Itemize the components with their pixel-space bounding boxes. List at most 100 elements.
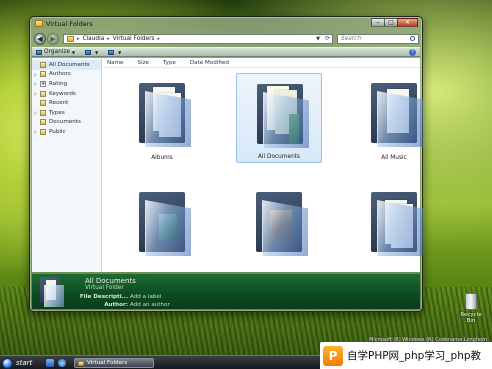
folder-front bbox=[377, 200, 423, 256]
folder-icon bbox=[40, 128, 46, 135]
recycle-bin-label: Recycle Bin bbox=[460, 312, 482, 324]
views-button[interactable]: ▼ bbox=[85, 49, 99, 55]
column-header-date-modified[interactable]: Date Modified bbox=[190, 60, 229, 66]
chevron-down-icon: ▼ bbox=[118, 49, 122, 55]
nav-item-keywords[interactable]: ▷ Keywords bbox=[32, 89, 101, 99]
folder-front bbox=[262, 200, 308, 256]
start-label: start bbox=[16, 359, 33, 367]
search-input[interactable]: Search bbox=[337, 34, 419, 44]
nav-item-label: Recent bbox=[49, 100, 69, 107]
organize-icon bbox=[36, 49, 42, 55]
details-pane: All Documents Virtual Folder File Descri… bbox=[32, 273, 420, 309]
folder-icon bbox=[78, 360, 84, 366]
folder-thumbnail-icon bbox=[40, 277, 64, 307]
organize-button[interactable]: Organize ▼ bbox=[36, 49, 75, 55]
column-headers: Name Size Type Date Modified bbox=[103, 58, 420, 68]
recycle-bin-icon bbox=[465, 293, 477, 310]
command-bar: Organize ▼ ▼ ▼ ? bbox=[32, 47, 420, 57]
tile-label: Albums bbox=[151, 155, 173, 161]
folder-tile[interactable] bbox=[119, 182, 205, 272]
nav-item-label: Types bbox=[49, 109, 65, 116]
search-icon[interactable] bbox=[410, 36, 415, 41]
taskbar-button-label: Virtual Folders bbox=[87, 360, 128, 366]
nav-item-label: All Documents bbox=[49, 61, 90, 68]
folder-front bbox=[263, 92, 309, 148]
expand-icon[interactable]: ▷ bbox=[34, 91, 37, 96]
expand-icon[interactable]: ▷ bbox=[34, 110, 37, 115]
star-icon: ★ bbox=[40, 80, 46, 87]
nav-item-recent[interactable]: Recent bbox=[32, 98, 101, 108]
column-header-size[interactable]: Size bbox=[138, 60, 149, 66]
nav-item-label: Public bbox=[49, 128, 66, 135]
chevron-down-icon: ▼ bbox=[95, 49, 99, 55]
file-pane: Name Size Type Date Modified Albums All … bbox=[103, 58, 423, 272]
column-header-type[interactable]: Type bbox=[163, 60, 176, 66]
folder-icon bbox=[40, 71, 46, 78]
folder-icon bbox=[67, 36, 74, 42]
window-title: Virtual Folders bbox=[46, 20, 93, 28]
close-button[interactable]: ✕ bbox=[397, 18, 418, 27]
site-watermark-banner: P 自学PHP网_php学习_php教 bbox=[320, 342, 492, 369]
details-subtitle: Virtual Folder bbox=[85, 285, 124, 291]
folder-front bbox=[145, 91, 191, 147]
breadcrumb-separator[interactable]: ▸ bbox=[157, 36, 160, 42]
nav-item-public[interactable]: ▷ Public bbox=[32, 127, 101, 137]
folder-front bbox=[145, 200, 191, 256]
expand-icon[interactable]: ▷ bbox=[34, 81, 37, 86]
folder-icon bbox=[40, 119, 46, 126]
tile-label: All Documents bbox=[257, 154, 301, 160]
nav-item-rating[interactable]: ▷ ★ Rating bbox=[32, 79, 101, 89]
maximize-button[interactable]: □ bbox=[384, 18, 398, 27]
views-icon bbox=[85, 49, 92, 55]
recycle-bin[interactable]: Recycle Bin bbox=[456, 293, 486, 324]
back-button[interactable]: ◀ bbox=[34, 33, 46, 45]
folder-icon bbox=[40, 109, 46, 116]
start-button[interactable]: start bbox=[2, 357, 32, 369]
address-dropdown-icon[interactable]: ▼ bbox=[316, 36, 320, 42]
column-header-name[interactable]: Name bbox=[107, 60, 124, 66]
forward-button[interactable]: ▶ bbox=[47, 33, 59, 45]
folder-tile-all-music[interactable]: All Music bbox=[351, 73, 437, 163]
taskbar-button-virtual-folders[interactable]: Virtual Folders bbox=[74, 358, 154, 368]
nav-item-label: Authors bbox=[49, 71, 71, 78]
search-placeholder: Search bbox=[341, 36, 362, 42]
show-desktop-icon[interactable] bbox=[46, 359, 54, 367]
help-icon[interactable]: ? bbox=[409, 49, 416, 56]
address-bar[interactable]: ▸ Claudia ▸ Virtual Folders ▸ ▼ ⟳ bbox=[63, 34, 333, 44]
breadcrumb-separator: ▸ bbox=[77, 36, 80, 42]
organize-label: Organize bbox=[44, 49, 70, 55]
nav-item-all-documents[interactable]: All Documents bbox=[32, 60, 101, 70]
folder-tile[interactable] bbox=[236, 182, 322, 272]
folder-icon bbox=[40, 90, 46, 97]
folder-icon bbox=[35, 20, 43, 27]
breadcrumb-virtual-folders[interactable]: Virtual Folders bbox=[113, 36, 155, 42]
folder-tile-albums[interactable]: Albums bbox=[119, 73, 205, 163]
folder-front bbox=[377, 91, 423, 147]
internet-explorer-icon[interactable] bbox=[58, 359, 66, 367]
breadcrumb-separator[interactable]: ▸ bbox=[107, 36, 110, 42]
tile-label: All Music bbox=[381, 155, 407, 161]
folder-tile-all-documents[interactable]: All Documents bbox=[236, 73, 322, 163]
expand-icon[interactable]: ▷ bbox=[34, 72, 37, 77]
caption-buttons: – □ ✕ bbox=[371, 18, 418, 27]
details-key: File Descripti... bbox=[79, 294, 128, 300]
layout-button[interactable]: ▼ bbox=[108, 49, 122, 55]
nav-item-authors[interactable]: ▷ Authors bbox=[32, 70, 101, 80]
refresh-icon[interactable]: ⟳ bbox=[325, 35, 330, 42]
details-value[interactable]: Add an author bbox=[130, 302, 170, 308]
folder-icon bbox=[40, 100, 46, 107]
nav-item-label: Documents bbox=[49, 119, 81, 126]
explorer-window: Virtual Folders – □ ✕ ◀ ▶ ▸ Claudia ▸ Vi… bbox=[29, 16, 423, 312]
details-value[interactable]: Add a label bbox=[130, 294, 161, 300]
minimize-button[interactable]: – bbox=[371, 18, 385, 27]
expand-icon[interactable]: ▷ bbox=[34, 129, 37, 134]
content-area: All Documents ▷ Authors ▷ ★ Rating ▷ Key… bbox=[32, 58, 423, 272]
title-bar[interactable]: Virtual Folders – □ ✕ bbox=[30, 17, 422, 31]
folder-icon bbox=[40, 61, 46, 68]
breadcrumb-claudia[interactable]: Claudia bbox=[83, 36, 105, 42]
php-logo-icon: P bbox=[323, 345, 343, 366]
nav-item-documents[interactable]: Documents bbox=[32, 118, 101, 128]
folder-tile[interactable] bbox=[351, 182, 437, 272]
nav-item-label: Keywords bbox=[49, 90, 76, 97]
nav-item-types[interactable]: ▷ Types bbox=[32, 108, 101, 118]
